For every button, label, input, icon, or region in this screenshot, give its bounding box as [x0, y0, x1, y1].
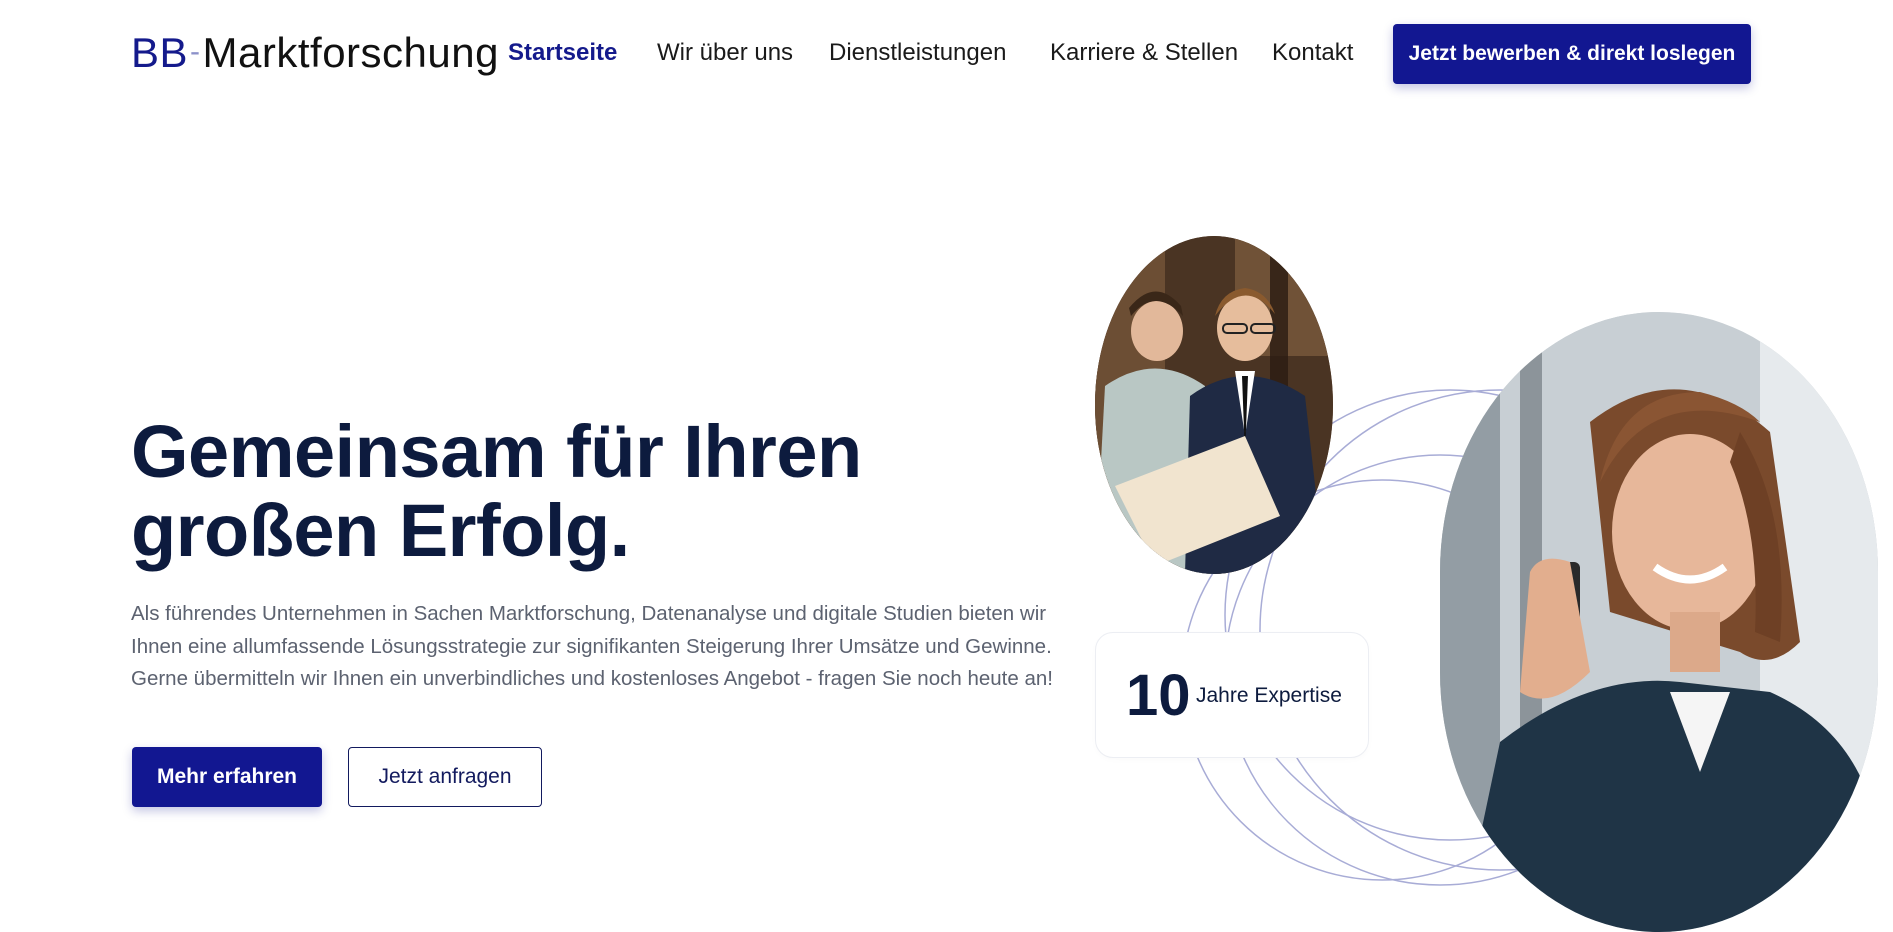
logo-part1: BB: [131, 29, 189, 76]
logo-separator: -: [190, 35, 201, 68]
request-now-button[interactable]: Jetzt anfragen: [348, 747, 542, 807]
nav-kontakt[interactable]: Kontakt: [1272, 38, 1353, 68]
hero-title-line1: Gemeinsam für Ihren: [131, 410, 862, 493]
hero-text-line1: Als führendes Unternehmen in Sachen Mark…: [131, 602, 1047, 625]
hero-title: Gemeinsam für Ihren großen Erfolg.: [131, 412, 862, 570]
expertise-card: 10 Jahre Expertise: [1095, 632, 1369, 758]
expertise-years-number: 10: [1126, 663, 1191, 728]
nav-wir-ueber-uns[interactable]: Wir über uns: [657, 38, 793, 68]
apply-now-button[interactable]: Jetzt bewerben & direkt loslegen: [1393, 24, 1751, 84]
nav-dienstleistungen[interactable]: Dienstleistungen: [829, 38, 1006, 68]
nav-karriere-stellen[interactable]: Karriere & Stellen: [1050, 38, 1238, 68]
learn-more-button[interactable]: Mehr erfahren: [132, 747, 322, 807]
nav-startseite[interactable]: Startseite: [508, 38, 617, 68]
woman-phone-photo: [1440, 312, 1878, 932]
hero-text-line2: Ihnen eine allumfassende Lösungsstrategi…: [131, 634, 1052, 658]
hero-title-line2: großen Erfolg.: [131, 489, 630, 572]
expertise-label: Jahre Expertise: [1196, 684, 1342, 707]
team-photo: [1095, 236, 1333, 574]
logo[interactable]: BB-Marktforschung: [131, 30, 499, 75]
hero-description: Als führendes Unternehmen in Sachen Mark…: [131, 598, 1061, 696]
hero-text-line3: Gerne übermitteln wir Ihnen ein unverbin…: [131, 667, 1053, 690]
logo-part2: Marktforschung: [202, 29, 499, 76]
